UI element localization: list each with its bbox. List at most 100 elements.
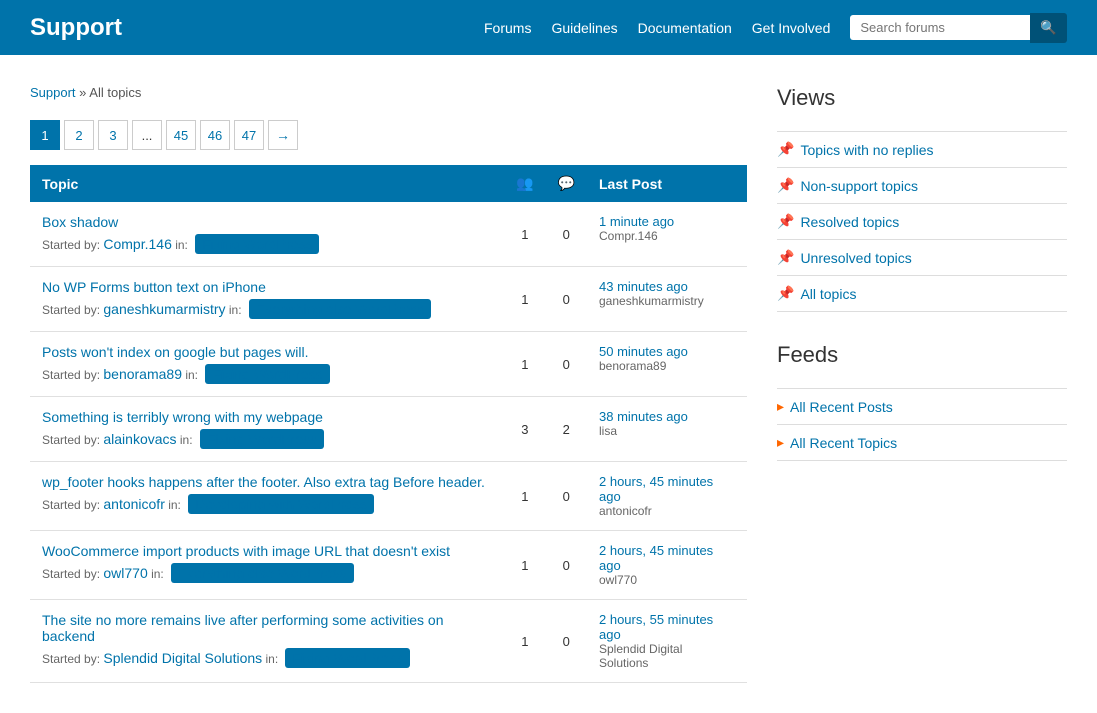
table-row: The site no more remains live after perf… [30, 600, 747, 683]
last-post-author-2: benorama89 [599, 359, 735, 373]
topic-cell-5: WooCommerce import products with image U… [30, 531, 504, 600]
topic-forum-2[interactable]: Fixing WordPress [205, 364, 329, 384]
posts-cell-3: 2 [546, 397, 587, 462]
posts-cell-4: 0 [546, 462, 587, 531]
search-button[interactable]: 🔍 [1030, 13, 1067, 43]
col-posts-header: 💬 [546, 165, 587, 202]
topic-meta-3: Started by: alainkovacs in: Fixing WordP… [42, 429, 492, 449]
voices-icon: 👥 [516, 175, 533, 191]
views-link-2[interactable]: Resolved topics [800, 214, 899, 230]
topic-author-1[interactable]: ganeshkumarmistry [103, 301, 225, 317]
last-post-time-4[interactable]: 2 hours, 45 minutes ago [599, 474, 713, 504]
page-47[interactable]: 47 [234, 120, 264, 150]
last-post-time-1[interactable]: 43 minutes ago [599, 279, 688, 294]
page-next[interactable]: → [268, 120, 298, 150]
page-45[interactable]: 45 [166, 120, 196, 150]
views-link-1[interactable]: Non-support topics [800, 178, 918, 194]
topic-forum-1[interactable]: Everything else WordPress [249, 299, 432, 319]
voices-cell-1: 1 [504, 267, 545, 332]
topic-meta-2: Started by: benorama89 in: Fixing WordPr… [42, 364, 492, 384]
last-post-cell-1: 43 minutes ago ganeshkumarmistry [587, 267, 747, 332]
table-row: WooCommerce import products with image U… [30, 531, 747, 600]
topic-author-2[interactable]: benorama89 [103, 366, 182, 382]
last-post-cell-5: 2 hours, 45 minutes ago owl770 [587, 531, 747, 600]
page-2[interactable]: 2 [64, 120, 94, 150]
voices-cell-6: 1 [504, 600, 545, 683]
topic-author-5[interactable]: owl770 [103, 565, 147, 581]
feeds-item-1: ▸All Recent Topics [777, 425, 1067, 461]
table-row: Posts won't index on google but pages wi… [30, 332, 747, 397]
page-46[interactable]: 46 [200, 120, 230, 150]
topic-link-5[interactable]: WooCommerce import products with image U… [42, 543, 450, 559]
col-topic: Topic [30, 165, 504, 202]
last-post-time-2[interactable]: 50 minutes ago [599, 344, 688, 359]
last-post-time-3[interactable]: 38 minutes ago [599, 409, 688, 424]
last-post-cell-3: 38 minutes ago lisa [587, 397, 747, 462]
topic-cell-0: Box shadow Started by: Compr.146 in: Fix… [30, 202, 504, 267]
nav-guidelines[interactable]: Guidelines [551, 20, 617, 36]
topic-forum-0[interactable]: Fixing WordPress [195, 234, 319, 254]
nav-documentation[interactable]: Documentation [638, 20, 732, 36]
voices-cell-4: 1 [504, 462, 545, 531]
last-post-time-0[interactable]: 1 minute ago [599, 214, 674, 229]
voices-cell-0: 1 [504, 202, 545, 267]
last-post-author-6: Splendid Digital Solutions [599, 642, 735, 670]
rss-icon-0: ▸ [777, 398, 784, 415]
page-dots: ... [132, 120, 162, 150]
views-heading: Views [777, 85, 1067, 116]
topic-author-6[interactable]: Splendid Digital Solutions [103, 650, 262, 666]
nav-forums[interactable]: Forums [484, 20, 531, 36]
topic-forum-5[interactable]: Everything else WordPress [171, 563, 354, 583]
topic-link-3[interactable]: Something is terribly wrong with my webp… [42, 409, 323, 425]
topic-meta-1: Started by: ganeshkumarmistry in: Everyt… [42, 299, 492, 319]
last-post-author-0: Compr.146 [599, 229, 735, 243]
pin-icon-4: 📌 [777, 285, 794, 302]
topic-author-0[interactable]: Compr.146 [103, 236, 171, 252]
page-3[interactable]: 3 [98, 120, 128, 150]
views-link-4[interactable]: All topics [800, 286, 856, 302]
table-row: wp_footer hooks happens after the footer… [30, 462, 747, 531]
pagination: 1 2 3 ... 45 46 47 → [30, 120, 747, 150]
views-link-0[interactable]: Topics with no replies [800, 142, 933, 158]
topic-cell-6: The site no more remains live after perf… [30, 600, 504, 683]
views-link-3[interactable]: Unresolved topics [800, 250, 911, 266]
sidebar: Views 📌Topics with no replies 📌 Non-suppor… [777, 85, 1067, 683]
topic-link-0[interactable]: Box shadow [42, 214, 118, 230]
topic-meta-6: Started by: Splendid Digital Solutions i… [42, 648, 492, 668]
topic-link-6[interactable]: The site no more remains live after perf… [42, 612, 444, 644]
breadcrumb-parent[interactable]: Support [30, 85, 76, 100]
nav-get-involved[interactable]: Get Involved [752, 20, 831, 36]
topic-forum-3[interactable]: Fixing WordPress [200, 429, 324, 449]
feeds-item-0: ▸ All Recent Posts [777, 389, 1067, 425]
topic-cell-1: No WP Forms button text on iPhone Starte… [30, 267, 504, 332]
views-list: 📌Topics with no replies 📌 Non-support topi… [777, 131, 1067, 312]
table-row: No WP Forms button text on iPhone Starte… [30, 267, 747, 332]
feeds-link-0[interactable]: All Recent Posts [790, 399, 893, 415]
posts-cell-1: 0 [546, 267, 587, 332]
topic-author-4[interactable]: antonicofr [103, 496, 164, 512]
feeds-heading: Feeds [777, 342, 1067, 373]
search-input[interactable] [850, 15, 1030, 40]
topic-forum-4[interactable]: Developing with WordPress [188, 494, 374, 514]
topic-forum-6[interactable]: Fixing WordPress [285, 648, 409, 668]
feeds-list: ▸ All Recent Posts ▸All Recent Topics [777, 388, 1067, 461]
site-title: Support [30, 14, 122, 42]
last-post-time-6[interactable]: 2 hours, 55 minutes ago [599, 612, 713, 642]
last-post-author-4: antonicofr [599, 504, 735, 518]
topic-meta-4: Started by: antonicofr in: Developing wi… [42, 494, 492, 514]
topic-link-2[interactable]: Posts won't index on google but pages wi… [42, 344, 309, 360]
page-1[interactable]: 1 [30, 120, 60, 150]
views-item-4: 📌 All topics [777, 276, 1067, 312]
last-post-time-5[interactable]: 2 hours, 45 minutes ago [599, 543, 713, 573]
breadcrumb-current: All topics [89, 85, 141, 100]
breadcrumb: Support » All topics [30, 85, 747, 100]
views-item-0: 📌Topics with no replies [777, 132, 1067, 168]
col-voices-header: 👥 [504, 165, 545, 202]
feeds-link-1[interactable]: All Recent Topics [790, 435, 897, 451]
topic-link-4[interactable]: wp_footer hooks happens after the footer… [42, 474, 485, 490]
topic-author-3[interactable]: alainkovacs [103, 431, 176, 447]
topic-link-1[interactable]: No WP Forms button text on iPhone [42, 279, 266, 295]
content-wrapper: Support » All topics 1 2 3 ... 45 46 47 … [0, 55, 1097, 713]
topic-meta-0: Started by: Compr.146 in: Fixing WordPre… [42, 234, 492, 254]
main-column: Support » All topics 1 2 3 ... 45 46 47 … [30, 85, 747, 683]
